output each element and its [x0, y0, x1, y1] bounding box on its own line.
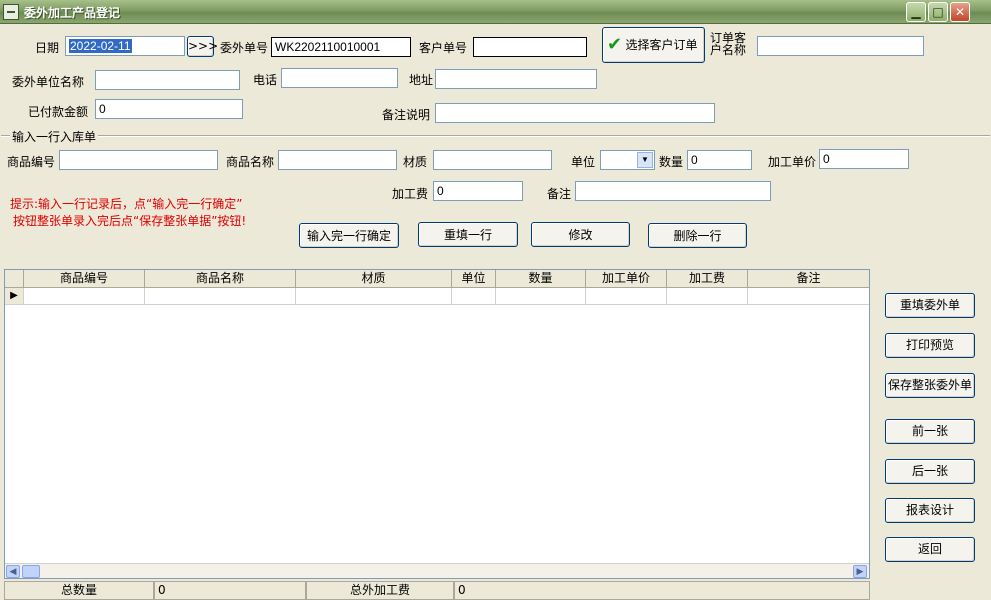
table-cell[interactable] [496, 288, 586, 305]
delete-row-button[interactable]: 删除一行 [648, 223, 747, 248]
window-title: 委外加工产品登记 [24, 6, 121, 20]
remark-input[interactable] [435, 103, 715, 123]
entry-qty-label: 数量 [659, 155, 684, 169]
phone-label: 电话 [253, 73, 278, 87]
hint-line-2: 按钮整张单录入完后点“保存整张单据”按钮! [13, 214, 247, 228]
date-label: 日期 [35, 41, 60, 55]
order-customer-input[interactable] [757, 36, 924, 56]
entry-note-label: 备注 [547, 187, 572, 201]
entry-name-input[interactable] [278, 150, 397, 170]
total-fee-value: 0 [454, 581, 870, 600]
save-order-button[interactable]: 保存整张委外单 [885, 373, 975, 398]
col-header-qty[interactable]: 数量 [496, 270, 586, 288]
entry-material-input[interactable] [433, 150, 552, 170]
paid-input[interactable]: 0 [95, 99, 243, 119]
table-cell[interactable] [586, 288, 667, 305]
table-cell[interactable] [24, 288, 145, 305]
grid-corner [5, 270, 24, 288]
hint-line-1: 提示:输入一行记录后，点“输入完一行确定” [10, 197, 243, 211]
minimize-button[interactable]: ▁ [906, 2, 926, 22]
address-input[interactable] [435, 69, 597, 89]
entry-fee-label: 加工费 [392, 187, 429, 201]
back-button[interactable]: 返回 [885, 537, 975, 562]
refill-row-button[interactable]: 重填一行 [418, 222, 518, 247]
entry-group-label: 输入一行入库单 [10, 128, 99, 145]
horizontal-scrollbar[interactable]: ◀ ▶ [5, 563, 869, 578]
entry-material-label: 材质 [403, 155, 428, 169]
entry-code-label: 商品编号 [7, 155, 56, 169]
col-header-fee[interactable]: 加工费 [667, 270, 748, 288]
unit-name-label: 委外单位名称 [12, 75, 85, 89]
unit-name-input[interactable] [95, 70, 240, 90]
col-header-material[interactable]: 材质 [296, 270, 452, 288]
entry-price-input[interactable]: 0 [819, 149, 909, 169]
order-customer-label: 订单客 户名称 [710, 32, 746, 56]
restore-button[interactable]: □ [928, 2, 948, 22]
items-grid[interactable]: 商品编号 商品名称 材质 单位 数量 加工单价 加工费 备注 ▶ ◀ ▶ [4, 269, 870, 579]
table-cell[interactable] [296, 288, 452, 305]
table-cell[interactable] [667, 288, 748, 305]
address-label: 地址 [409, 73, 434, 87]
customer-no-input[interactable] [473, 37, 587, 57]
chevron-down-icon[interactable]: ▼ [637, 152, 653, 168]
entry-qty-input[interactable]: 0 [687, 150, 752, 170]
group-divider [1, 135, 990, 137]
date-input[interactable]: 2022-02-11 [65, 36, 185, 56]
col-header-price[interactable]: 加工单价 [586, 270, 667, 288]
total-fee-label: 总外加工费 [306, 581, 454, 600]
date-value: 2022-02-11 [69, 39, 132, 53]
next-button[interactable]: 后一张 [885, 459, 975, 484]
checkmark-icon: ✔ [607, 34, 623, 55]
entry-price-label: 加工单价 [768, 155, 817, 169]
date-picker-button[interactable]: >>> [187, 36, 218, 57]
scroll-right-icon[interactable]: ▶ [853, 565, 867, 578]
order-no-input[interactable]: WK2202110010001 [271, 37, 411, 57]
entry-unit-select[interactable]: ▼ [600, 150, 655, 170]
entry-fee-input[interactable]: 0 [433, 181, 523, 201]
modify-button[interactable]: 修改 [531, 222, 630, 247]
confirm-row-button[interactable]: 输入完一行确定 [299, 223, 399, 248]
choose-customer-order-label: 选择客户订单 [625, 38, 698, 52]
order-customer-label-line2: 户名称 [710, 43, 747, 57]
choose-customer-order-button[interactable]: ✔ 选择客户订单 [602, 27, 705, 63]
total-qty-label: 总数量 [4, 581, 154, 600]
table-cell[interactable] [748, 288, 869, 305]
entry-unit-label: 单位 [571, 155, 596, 169]
entry-note-input[interactable] [575, 181, 771, 201]
report-design-button[interactable]: 报表设计 [885, 498, 975, 523]
window-icon [3, 4, 19, 20]
table-cell[interactable] [145, 288, 296, 305]
print-preview-button[interactable]: 打印预览 [885, 333, 975, 358]
order-no-label: 委外单号 [220, 41, 269, 55]
title-bar: 委外加工产品登记 ▁ □ ✕ [0, 0, 991, 24]
col-header-name[interactable]: 商品名称 [145, 270, 296, 288]
row-indicator-icon[interactable]: ▶ [5, 288, 24, 305]
phone-input[interactable] [281, 68, 398, 88]
col-header-note[interactable]: 备注 [748, 270, 869, 288]
col-header-unit[interactable]: 单位 [452, 270, 496, 288]
refill-order-button[interactable]: 重填委外单 [885, 293, 975, 318]
scroll-thumb[interactable] [22, 565, 40, 578]
close-button[interactable]: ✕ [950, 2, 970, 22]
prev-button[interactable]: 前一张 [885, 419, 975, 444]
table-cell[interactable] [452, 288, 496, 305]
entry-code-input[interactable] [59, 150, 218, 170]
customer-no-label: 客户单号 [419, 41, 468, 55]
entry-name-label: 商品名称 [226, 155, 275, 169]
scroll-left-icon[interactable]: ◀ [6, 565, 20, 578]
remark-label: 备注说明 [382, 108, 431, 122]
paid-label: 已付款金额 [28, 105, 89, 119]
total-qty-value: 0 [154, 581, 306, 600]
col-header-code[interactable]: 商品编号 [24, 270, 145, 288]
